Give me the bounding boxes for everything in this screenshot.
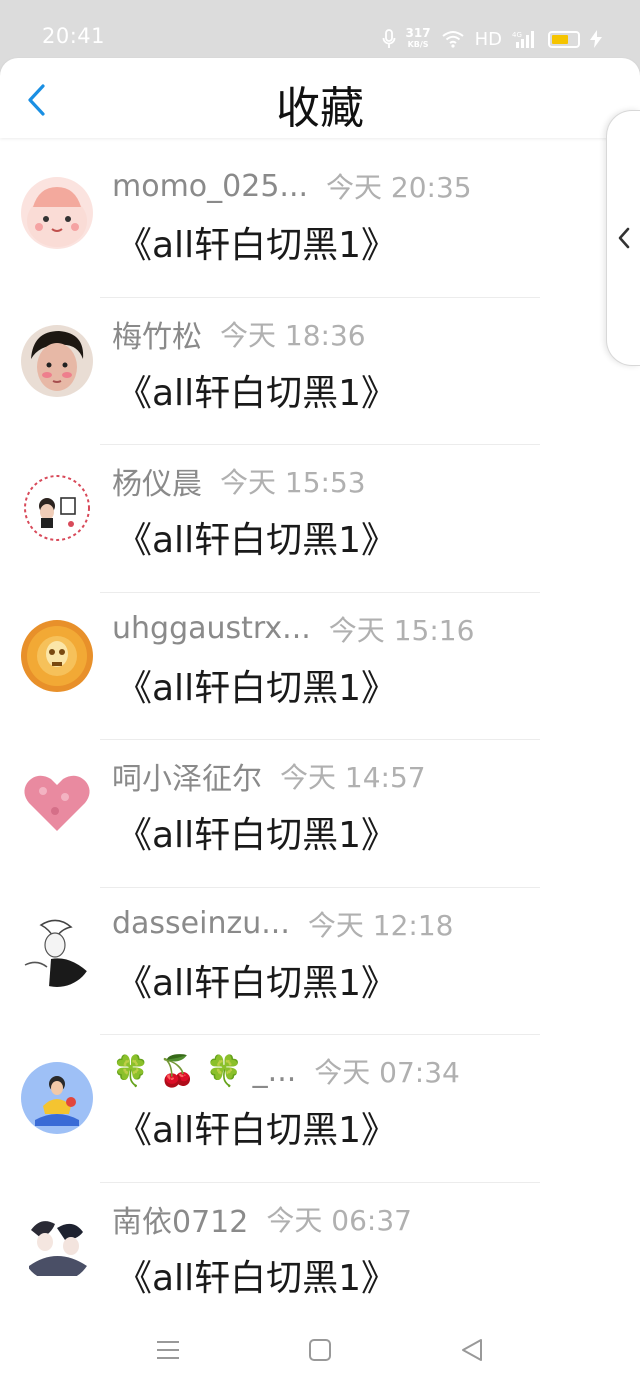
item-content: 《all轩白切黑1》 — [116, 815, 397, 856]
item-content: 《all轩白切黑1》 — [116, 962, 397, 1004]
favorites-list: momo_025... 今天 20:35 《all轩白切黑1》 梅竹松 今天 1… — [0, 150, 640, 1330]
user-name: 杨仪晨 — [112, 467, 202, 502]
user-name: dasseinzu... — [112, 906, 290, 941]
network-speed: 317 KB/S — [405, 26, 431, 50]
menu-icon — [157, 1341, 179, 1359]
avatar[interactable] — [21, 1209, 93, 1282]
signal-icon: 4G — [512, 31, 534, 48]
system-nav-bar — [0, 1310, 640, 1387]
item-meta: 呞小泽征尔 今天 14:57 — [112, 758, 426, 797]
list-item[interactable]: 🍀 🍒 🍀 _... 今天 07:34 《all轩白切黑1》 — [0, 1035, 640, 1183]
list-item[interactable]: 南依0712 今天 06:37 《all轩白切黑1》 — [0, 1183, 640, 1331]
item-meta: 杨仪晨 今天 15:53 — [112, 463, 366, 502]
avatar[interactable] — [21, 619, 93, 692]
list-item[interactable]: dasseinzu... 今天 12:18 《all轩白切黑1》 — [0, 888, 640, 1035]
timestamp: 今天 14:57 — [280, 761, 426, 794]
speed-unit: KB/S — [407, 40, 429, 49]
item-meta: 南依0712 今天 06:37 — [112, 1201, 412, 1240]
avatar[interactable] — [21, 324, 93, 397]
system-back-button[interactable] — [454, 1332, 490, 1368]
avatar[interactable] — [21, 177, 93, 249]
item-content: 《all轩白切黑1》 — [116, 372, 397, 414]
list-item[interactable]: 呞小泽征尔 今天 14:57 《all轩白切黑1》 — [0, 740, 640, 888]
timestamp: 今天 18:36 — [220, 318, 366, 352]
wifi-icon — [441, 31, 464, 48]
speed-value: 317 — [405, 26, 431, 40]
timestamp: 今天 06:37 — [266, 1203, 412, 1237]
menu-button[interactable] — [150, 1332, 186, 1368]
home-button[interactable] — [302, 1332, 338, 1368]
hd-label: HD — [474, 28, 502, 50]
timestamp: 今天 20:35 — [326, 171, 472, 204]
avatar[interactable] — [21, 1062, 93, 1134]
page-title: 收藏 — [276, 83, 364, 134]
user-name: uhggaustrx... — [112, 611, 311, 646]
avatar[interactable] — [21, 914, 93, 987]
item-content: 《all轩白切黑1》 — [116, 1257, 397, 1299]
user-name: 🍀 🍒 🍀 _... — [112, 1053, 297, 1089]
timestamp: 今天 15:53 — [220, 466, 366, 499]
avatar[interactable] — [21, 472, 93, 544]
timestamp: 今天 15:16 — [328, 613, 475, 647]
triangle-back-icon — [462, 1339, 482, 1361]
item-meta: momo_025... 今天 20:35 — [112, 168, 472, 205]
item-content: 《all轩白切黑1》 — [116, 1110, 397, 1151]
user-name: 南依0712 — [112, 1204, 249, 1240]
header-bar: 收藏 — [0, 58, 640, 138]
square-home-icon — [309, 1339, 331, 1361]
user-name: momo_025... — [112, 168, 309, 204]
item-meta: dasseinzu... 今天 12:18 — [112, 906, 453, 942]
item-meta: uhggaustrx... 今天 15:16 — [112, 611, 474, 647]
list-item[interactable]: 杨仪晨 今天 15:53 《all轩白切黑1》 — [0, 445, 640, 593]
item-meta: 梅竹松 今天 18:36 — [112, 316, 366, 355]
user-name: 梅竹松 — [112, 319, 202, 355]
battery-icon — [548, 30, 580, 48]
timestamp: 今天 07:34 — [314, 1056, 460, 1089]
item-content: 《all轩白切黑1》 — [116, 225, 397, 266]
user-name: 呞小泽征尔 — [112, 762, 262, 797]
status-icons: 317 KB/S HD 4G — [382, 24, 602, 54]
item-content: 《all轩白切黑1》 — [116, 520, 397, 561]
list-item[interactable]: 梅竹松 今天 18:36 《all轩白切黑1》 — [0, 298, 640, 445]
item-content: 《all轩白切黑1》 — [116, 667, 397, 709]
list-item[interactable]: momo_025... 今天 20:35 《all轩白切黑1》 — [0, 150, 640, 298]
charging-icon — [590, 30, 602, 48]
avatar[interactable] — [21, 767, 93, 839]
timestamp: 今天 12:18 — [307, 908, 454, 942]
item-meta: 🍀 🍒 🍀 _... 今天 07:34 — [112, 1053, 460, 1090]
svg-text:4G: 4G — [512, 31, 522, 39]
status-time: 20:41 — [42, 24, 106, 48]
microphone-icon — [382, 29, 395, 48]
list-item[interactable]: uhggaustrx... 今天 15:16 《all轩白切黑1》 — [0, 593, 640, 740]
